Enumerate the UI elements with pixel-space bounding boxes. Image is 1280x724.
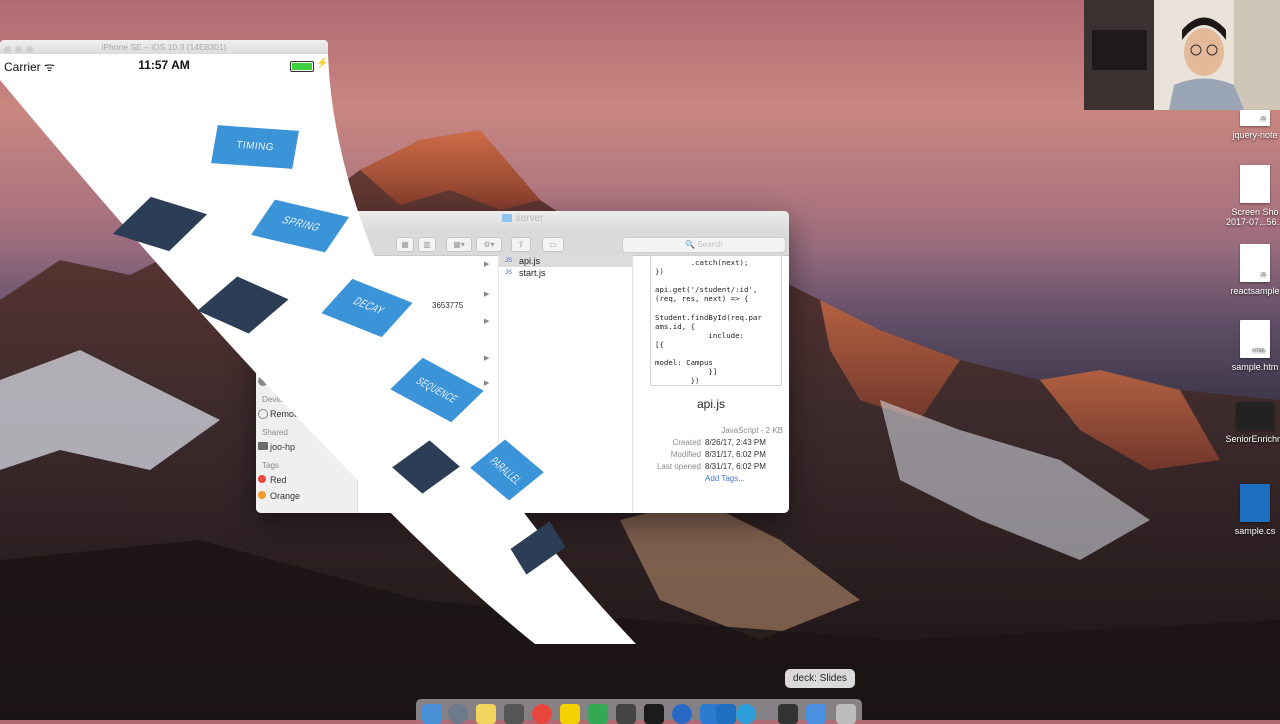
close-button[interactable]: [4, 46, 11, 53]
evernote-icon[interactable]: [588, 704, 608, 724]
ios-status-bar: Carrier ᯤ 11:57 AM ⚡: [0, 54, 328, 76]
vscode-icon[interactable]: [716, 704, 736, 724]
system-preferences-icon[interactable]: [504, 704, 524, 724]
kakaotalk-icon[interactable]: [560, 704, 580, 724]
simulator-icon[interactable]: [736, 704, 756, 724]
charging-icon: ⚡: [316, 58, 329, 69]
launchpad-icon[interactable]: [448, 704, 468, 724]
camera-icon[interactable]: [644, 704, 664, 724]
status-time: 11:57 AM: [138, 58, 190, 72]
finder-icon[interactable]: [422, 704, 442, 724]
timing-button[interactable]: TIMING: [211, 125, 299, 169]
minimize-button[interactable]: [15, 46, 22, 53]
battery-icon: [290, 61, 314, 72]
skype-icon[interactable]: [616, 704, 636, 724]
zoom-button[interactable]: [26, 46, 33, 53]
notes-icon[interactable]: [476, 704, 496, 724]
xcode-icon[interactable]: [672, 704, 692, 724]
chrome-icon[interactable]: [532, 704, 552, 724]
dock: [416, 699, 862, 724]
simulator-screen[interactable]: [0, 0, 1280, 720]
trash-icon[interactable]: [836, 704, 856, 724]
deck-slides-icon[interactable]: [806, 704, 826, 724]
dock-tooltip: deck: Slides: [785, 669, 855, 688]
simulator-titlebar[interactable]: iPhone SE – iOS 10.3 (14E8301): [0, 40, 328, 54]
terminal-icon[interactable]: [778, 704, 798, 724]
